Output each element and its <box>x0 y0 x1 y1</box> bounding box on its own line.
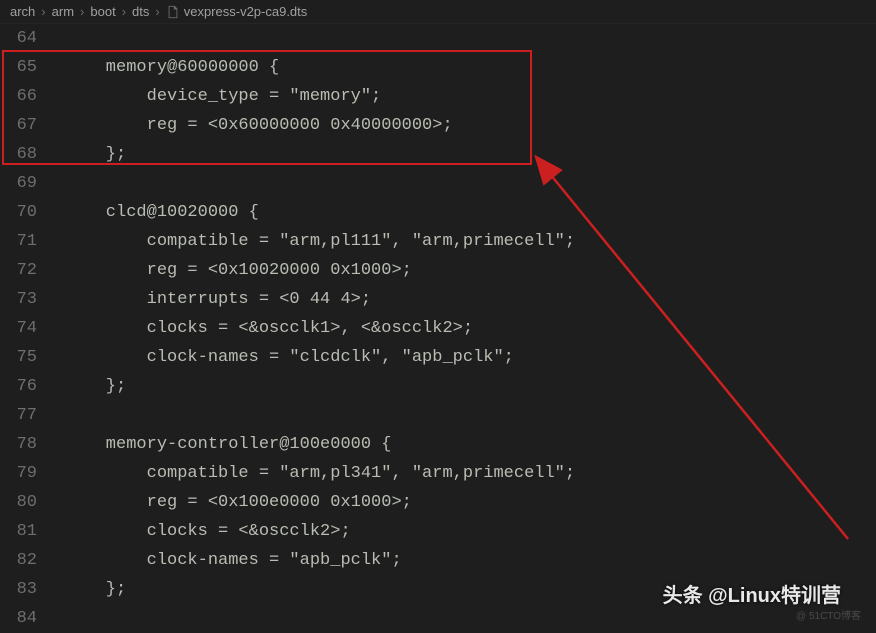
chevron-right-icon: › <box>41 4 45 19</box>
code-line[interactable]: reg = <0x10020000 0x1000>; <box>65 256 876 285</box>
line-number: 74 <box>0 314 37 343</box>
line-number: 71 <box>0 227 37 256</box>
breadcrumb-item[interactable]: arm <box>52 4 74 19</box>
line-number: 68 <box>0 140 37 169</box>
code-line[interactable] <box>65 24 876 53</box>
code-line[interactable] <box>65 401 876 430</box>
code-line[interactable]: compatible = "arm,pl111", "arm,primecell… <box>65 227 876 256</box>
code-line[interactable]: clock-names = "clcdclk", "apb_pclk"; <box>65 343 876 372</box>
line-number: 65 <box>0 53 37 82</box>
chevron-right-icon: › <box>122 4 126 19</box>
watermark-sub: @ 51CTO博客 <box>796 607 861 622</box>
code-line[interactable]: }; <box>65 140 876 169</box>
code-line[interactable]: memory-controller@100e0000 { <box>65 430 876 459</box>
code-editor[interactable]: 6465666768697071727374757677787980818283… <box>0 24 876 622</box>
code-line[interactable]: clocks = <&oscclk1>, <&oscclk2>; <box>65 314 876 343</box>
chevron-right-icon: › <box>155 4 159 19</box>
code-line[interactable]: device_type = "memory"; <box>65 82 876 111</box>
breadcrumb-item[interactable]: boot <box>90 4 115 19</box>
code-line[interactable] <box>65 169 876 198</box>
line-number: 67 <box>0 111 37 140</box>
code-line[interactable]: reg = <0x100e0000 0x1000>; <box>65 488 876 517</box>
line-number: 83 <box>0 575 37 604</box>
line-number: 77 <box>0 401 37 430</box>
code-line[interactable]: }; <box>65 372 876 401</box>
code-line[interactable]: clocks = <&oscclk2>; <box>65 517 876 546</box>
code-line[interactable]: reg = <0x60000000 0x40000000>; <box>65 111 876 140</box>
code-line[interactable]: interrupts = <0 44 4>; <box>65 285 876 314</box>
code-line[interactable]: compatible = "arm,pl341", "arm,primecell… <box>65 459 876 488</box>
line-number: 84 <box>0 604 37 633</box>
line-number: 75 <box>0 343 37 372</box>
line-number: 80 <box>0 488 37 517</box>
breadcrumb-item[interactable]: dts <box>132 4 149 19</box>
code-line[interactable]: memory@60000000 { <box>65 53 876 82</box>
file-icon <box>166 5 180 19</box>
line-number: 79 <box>0 459 37 488</box>
chevron-right-icon: › <box>80 4 84 19</box>
line-number: 64 <box>0 24 37 53</box>
code-content[interactable]: memory@60000000 { device_type = "memory"… <box>55 24 876 622</box>
line-number-gutter: 6465666768697071727374757677787980818283… <box>0 24 55 622</box>
line-number: 69 <box>0 169 37 198</box>
watermark-main: 头条 @Linux特训营 <box>663 579 841 608</box>
line-number: 73 <box>0 285 37 314</box>
line-number: 76 <box>0 372 37 401</box>
breadcrumb-item[interactable]: arch <box>10 4 35 19</box>
line-number: 66 <box>0 82 37 111</box>
code-line[interactable]: clock-names = "apb_pclk"; <box>65 546 876 575</box>
breadcrumb[interactable]: arch › arm › boot › dts › vexpress-v2p-c… <box>0 0 876 24</box>
line-number: 82 <box>0 546 37 575</box>
code-line[interactable]: clcd@10020000 { <box>65 198 876 227</box>
line-number: 72 <box>0 256 37 285</box>
breadcrumb-file[interactable]: vexpress-v2p-ca9.dts <box>184 4 308 19</box>
line-number: 70 <box>0 198 37 227</box>
line-number: 81 <box>0 517 37 546</box>
code-line[interactable] <box>65 604 876 633</box>
line-number: 78 <box>0 430 37 459</box>
